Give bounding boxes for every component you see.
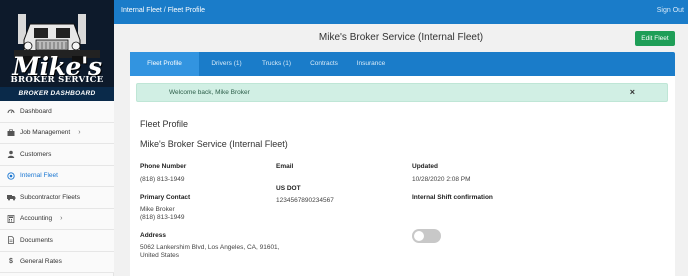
sidebar-item-general-rates[interactable]: $ General Rates	[0, 251, 114, 273]
sidebar-nav: Dashboard Job Management › Customers Int…	[0, 101, 114, 273]
sidebar-item-label: Subcontractor Fleets	[20, 193, 80, 201]
sidebar-item-label: Documents	[20, 236, 53, 244]
address-line2: United States	[140, 252, 180, 259]
fleet-name: Mike's Broker Service (Internal Fleet)	[140, 139, 288, 149]
app-root: Mike's BROKER SERVICE BROKER DASHBOARD D…	[0, 0, 688, 276]
updated-value: 10/28/2020 2:08 PM	[412, 176, 471, 183]
tab-trucks[interactable]: Trucks (1)	[254, 52, 299, 76]
sidebar-item-subcontractor-fleets[interactable]: Subcontractor Fleets	[0, 187, 114, 209]
primary-contact-label: Primary Contact	[140, 194, 191, 201]
email-label: Email	[276, 163, 294, 170]
welcome-alert: Welcome back, Mike Broker ×	[136, 83, 668, 102]
main-content: Mike's Broker Service (Internal Fleet) E…	[114, 24, 688, 276]
sidebar-item-dashboard[interactable]: Dashboard	[0, 101, 114, 123]
person-icon	[6, 149, 16, 159]
calculator-icon	[6, 214, 16, 224]
briefcase-icon	[6, 128, 16, 138]
sidebar-item-accounting[interactable]: Accounting ›	[0, 208, 114, 230]
shift-confirmation-toggle[interactable]	[412, 229, 441, 243]
speedometer-icon	[6, 106, 16, 116]
sidebar-item-label: Dashboard	[20, 107, 52, 115]
truck-icon	[6, 192, 16, 202]
sidebar-item-label: Job Management	[20, 129, 71, 137]
alert-message: Welcome back, Mike Broker	[169, 89, 250, 96]
sidebar-item-label: Accounting	[20, 215, 53, 223]
top-bar: Internal Fleet / Fleet Profile Sign Out	[114, 0, 688, 24]
profile-tabs: Fleet Profile Drivers (1) Trucks (1) Con…	[130, 52, 675, 76]
close-icon[interactable]: ×	[630, 87, 635, 97]
phone-label: Phone Number	[140, 163, 187, 170]
target-icon	[6, 171, 16, 181]
updated-label: Updated	[412, 163, 438, 170]
breadcrumb: Internal Fleet / Fleet Profile	[121, 7, 206, 14]
sidebar-item-label: General Rates	[20, 258, 62, 266]
fleet-profile-card: Welcome back, Mike Broker × Fleet Profil…	[130, 76, 675, 276]
sign-out-link[interactable]: Sign Out	[657, 7, 684, 14]
chevron-right-icon: ›	[78, 129, 81, 137]
address-label: Address	[140, 232, 167, 239]
chevron-right-icon: ›	[60, 215, 63, 223]
phone-value: (818) 813-1949	[140, 176, 185, 183]
tab-drivers[interactable]: Drivers (1)	[199, 52, 254, 76]
primary-contact-phone: (818) 813-1949	[140, 214, 185, 221]
section-title: Fleet Profile	[140, 119, 189, 129]
document-icon	[6, 235, 16, 245]
tab-insurance[interactable]: Insurance	[349, 52, 393, 76]
tab-contracts[interactable]: Contracts	[299, 52, 349, 76]
sidebar-item-customers[interactable]: Customers	[0, 144, 114, 166]
us-dot-label: US DOT	[276, 185, 301, 192]
toggle-knob	[414, 231, 424, 241]
tab-fleet-profile[interactable]: Fleet Profile	[130, 52, 199, 76]
sidebar-item-job-management[interactable]: Job Management ›	[0, 122, 114, 144]
dollar-icon: $	[9, 258, 13, 266]
us-dot-value: 1234567890234567	[276, 197, 334, 204]
sidebar: Mike's BROKER SERVICE BROKER DASHBOARD D…	[0, 0, 114, 276]
logo-subtitle: BROKER SERVICE	[10, 75, 104, 85]
dashboard-label: BROKER DASHBOARD	[0, 87, 114, 101]
sidebar-item-label: Internal Fleet	[20, 172, 58, 180]
sidebar-item-label: Customers	[20, 150, 52, 158]
brand-logo[interactable]: Mike's BROKER SERVICE BROKER DASHBOARD	[0, 0, 114, 101]
page-title: Mike's Broker Service (Internal Fleet)	[318, 32, 484, 43]
edit-fleet-button[interactable]: Edit Fleet	[635, 31, 675, 46]
sidebar-item-internal-fleet[interactable]: Internal Fleet	[0, 165, 114, 187]
sidebar-item-documents[interactable]: Documents	[0, 230, 114, 252]
shift-confirmation-label: Internal Shift confirmation	[412, 194, 493, 201]
